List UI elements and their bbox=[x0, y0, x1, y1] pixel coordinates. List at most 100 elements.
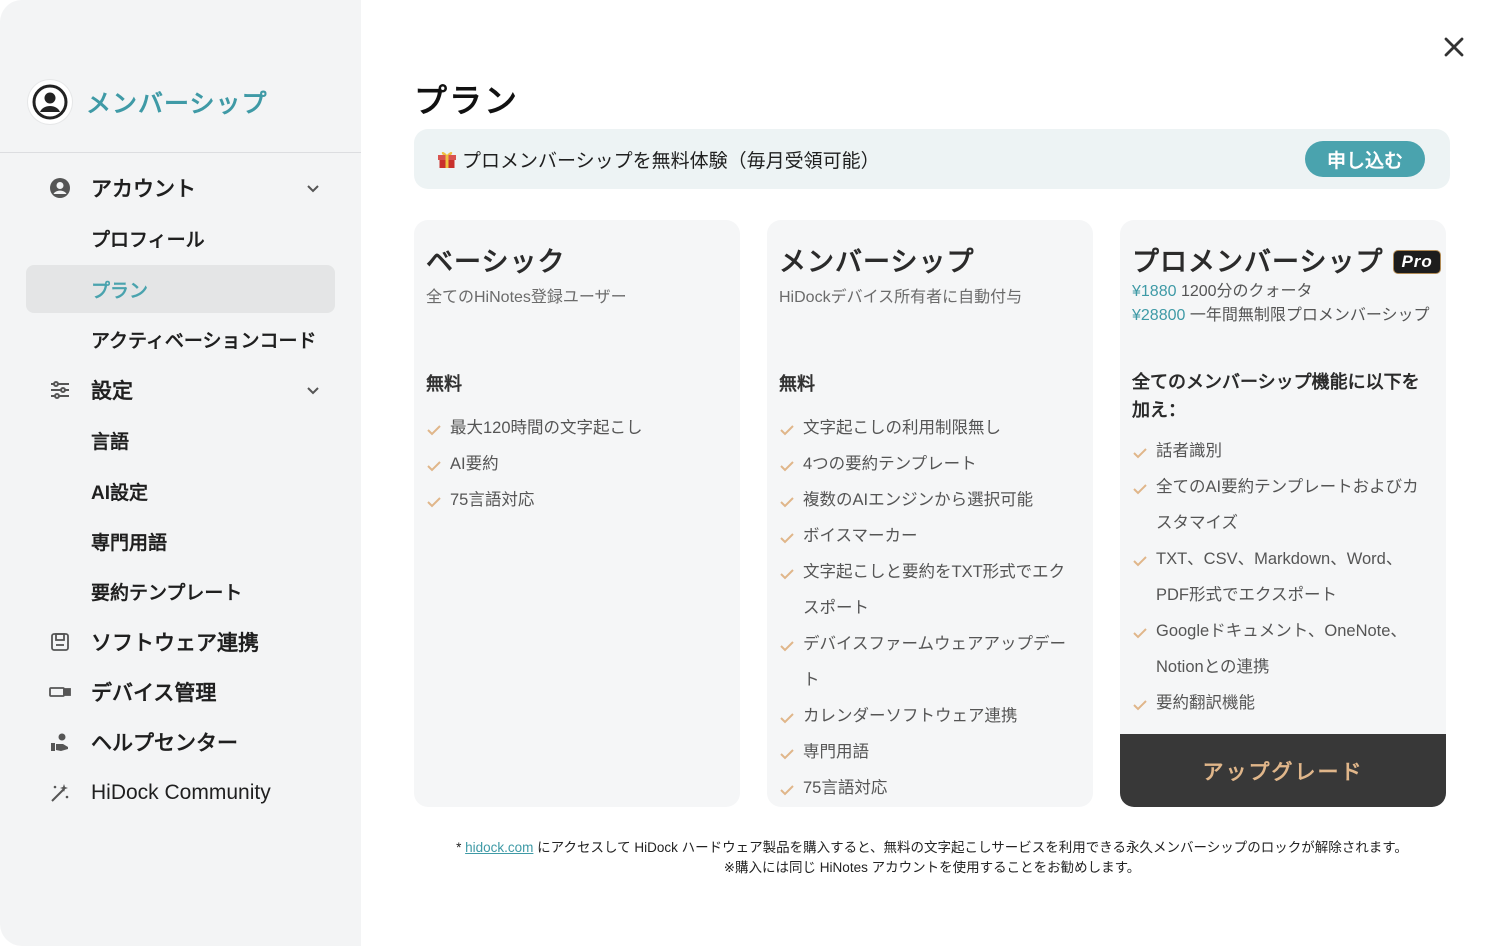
check-icon bbox=[427, 425, 441, 436]
feature-item: 最大120時間の文字起こし bbox=[426, 410, 726, 446]
price-amount: ¥1880 bbox=[1132, 283, 1177, 300]
check-icon bbox=[780, 785, 794, 796]
feature-item: 4つの要約テンプレート bbox=[779, 446, 1079, 482]
pro-badge: Pro bbox=[1393, 250, 1441, 274]
check-icon bbox=[780, 425, 794, 436]
plan-name: メンバーシップ bbox=[779, 247, 975, 277]
check-icon bbox=[780, 569, 794, 580]
check-icon bbox=[780, 749, 794, 760]
feature-item: 要約翻訳機能 bbox=[1132, 685, 1432, 721]
chevron-down-icon[interactable] bbox=[303, 380, 323, 400]
check-icon bbox=[780, 461, 794, 472]
plan-name: プロメンバーシップ Pro bbox=[1132, 240, 1441, 279]
magic-wand-icon bbox=[48, 781, 72, 805]
nav-activation-code-label: アクティベーションコード bbox=[91, 330, 317, 352]
sidebar-divider bbox=[0, 152, 361, 153]
feature-item: 文字起こしの利用制限無し bbox=[779, 410, 1079, 446]
nav-activation-code[interactable]: アクティベーションコード bbox=[26, 315, 335, 363]
feature-text: 75言語対応 bbox=[450, 491, 535, 509]
check-icon bbox=[780, 497, 794, 508]
nav-settings-label: 設定 bbox=[91, 380, 133, 403]
feature-item: 話者識別 bbox=[1132, 433, 1432, 469]
feature-text: Googleドキュメント、OneNote、Notionとの連携 bbox=[1156, 622, 1407, 676]
feature-text: 要約翻訳機能 bbox=[1156, 694, 1255, 712]
feature-text: 話者識別 bbox=[1156, 442, 1222, 460]
feature-text: ボイスマーカー bbox=[803, 527, 918, 545]
integration-icon bbox=[48, 630, 72, 654]
nav-summary-templates-label: 要約テンプレート bbox=[91, 582, 243, 604]
nav-device-management-label: デバイス管理 bbox=[91, 682, 217, 705]
footnote-prefix: * bbox=[456, 840, 466, 855]
sidebar: メンバーシップ アカウント プロフィール プラン アクティベーションコード 設定… bbox=[0, 0, 361, 946]
feature-text: 複数のAIエンジンから選択可能 bbox=[803, 491, 1034, 509]
hidock-link[interactable]: hidock.com bbox=[465, 840, 533, 855]
nav-account[interactable]: アカウント bbox=[26, 164, 335, 212]
nav-ai-settings[interactable]: AI設定 bbox=[26, 467, 335, 515]
nav-terminology[interactable]: 専門用語 bbox=[26, 517, 335, 565]
nav-community[interactable]: HiDock Community bbox=[26, 769, 335, 817]
nav-ai-settings-label: AI設定 bbox=[91, 482, 149, 504]
feature-item: 文字起こしと要約をTXT形式でエクスポート bbox=[779, 554, 1079, 626]
feature-item: カレンダーソフトウェア連携 bbox=[779, 698, 1079, 734]
banner-text: プロメンバーシップを無料体験（毎月受領可能） bbox=[462, 151, 880, 172]
feature-item: TXT、CSV、Markdown、Word、PDF形式でエクスポート bbox=[1132, 541, 1432, 613]
check-icon bbox=[427, 497, 441, 508]
help-hand-icon bbox=[48, 730, 72, 754]
price-option-yearly: ¥28800 一年間無制限プロメンバーシップ bbox=[1132, 304, 1437, 328]
check-icon bbox=[427, 461, 441, 472]
nav-software-integration[interactable]: ソフトウェア連携 bbox=[26, 618, 335, 666]
feature-item: 複数のAIエンジンから選択可能 bbox=[779, 482, 1079, 518]
nav-settings[interactable]: 設定 bbox=[26, 366, 335, 414]
feature-item: 専門用語 bbox=[779, 734, 1079, 770]
price-option-monthly: ¥1880 1200分のクォータ bbox=[1132, 280, 1437, 304]
nav-profile[interactable]: プロフィール bbox=[26, 214, 335, 262]
feature-list: 最大120時間の文字起こし AI要約 75言語対応 bbox=[426, 410, 726, 518]
feature-item: デバイスファームウェアアップデート bbox=[779, 626, 1079, 698]
feature-list: 文字起こしの利用制限無し 4つの要約テンプレート 複数のAIエンジンから選択可能… bbox=[779, 410, 1079, 806]
plan-card-membership: メンバーシップ HiDockデバイス所有者に自動付与 無料 文字起こしの利用制限… bbox=[767, 220, 1093, 807]
feature-item: Googleドキュメント、OneNote、Notionとの連携 bbox=[1132, 613, 1432, 685]
nav-device-management[interactable]: デバイス管理 bbox=[26, 668, 335, 716]
nav-help-center[interactable]: ヘルプセンター bbox=[26, 718, 335, 766]
nav-plan[interactable]: プラン bbox=[26, 265, 335, 313]
sidebar-title: メンバーシップ bbox=[86, 90, 268, 118]
plan-name-text: プロメンバーシップ bbox=[1132, 247, 1384, 277]
nav-profile-label: プロフィール bbox=[91, 229, 205, 251]
feature-text: TXT、CSV、Markdown、Word、PDF形式でエクスポート bbox=[1156, 550, 1403, 604]
plan-lead: 全てのメンバーシップ機能に以下を加え： bbox=[1132, 372, 1420, 420]
check-icon bbox=[780, 533, 794, 544]
feature-item: AI要約 bbox=[426, 446, 726, 482]
nav-help-center-label: ヘルプセンター bbox=[91, 732, 238, 755]
feature-text: 専門用語 bbox=[803, 743, 869, 761]
close-icon[interactable] bbox=[1440, 33, 1468, 61]
feature-text: 全てのAI要約テンプレートおよびカスタマイズ bbox=[1156, 478, 1419, 532]
feature-list: 話者識別 全てのAI要約テンプレートおよびカスタマイズ TXT、CSV、Mark… bbox=[1132, 433, 1432, 721]
footnote-line-1: * hidock.com にアクセスして HiDock ハードウェア製品を購入す… bbox=[414, 838, 1450, 858]
feature-text: 文字起こしと要約をTXT形式でエクスポート bbox=[803, 563, 1066, 617]
nav-terminology-label: 専門用語 bbox=[91, 532, 168, 554]
device-icon bbox=[48, 680, 72, 704]
plan-price: 無料 bbox=[426, 374, 462, 394]
price-amount: ¥28800 bbox=[1132, 307, 1186, 324]
check-icon bbox=[1133, 448, 1147, 459]
page-title: プラン bbox=[414, 82, 519, 119]
feature-text: 文字起こしの利用制限無し bbox=[803, 419, 1001, 437]
feature-item: ボイスマーカー bbox=[779, 518, 1079, 554]
nav-language[interactable]: 言語 bbox=[26, 416, 335, 464]
nav-software-integration-label: ソフトウェア連携 bbox=[91, 632, 259, 655]
footnote: * hidock.com にアクセスして HiDock ハードウェア製品を購入す… bbox=[414, 838, 1450, 878]
nav-summary-templates[interactable]: 要約テンプレート bbox=[26, 567, 335, 615]
feature-item: 75言語対応 bbox=[779, 770, 1079, 806]
apply-button[interactable]: 申し込む bbox=[1305, 141, 1425, 177]
upgrade-button[interactable]: アップグレード bbox=[1120, 734, 1446, 807]
feature-text: カレンダーソフトウェア連携 bbox=[803, 707, 1018, 725]
chevron-down-icon[interactable] bbox=[303, 178, 323, 198]
check-icon bbox=[1133, 556, 1147, 567]
user-avatar-icon[interactable] bbox=[28, 80, 72, 124]
plan-subtitle: HiDockデバイス所有者に自動付与 bbox=[779, 289, 1023, 306]
trial-banner: プロメンバーシップを無料体験（毎月受領可能） 申し込む bbox=[414, 129, 1450, 189]
sidebar-header: メンバーシップ bbox=[28, 80, 268, 124]
plan-prices: ¥1880 1200分のクォータ ¥28800 一年間無制限プロメンバーシップ bbox=[1132, 280, 1437, 328]
feature-item: 全てのAI要約テンプレートおよびカスタマイズ bbox=[1132, 469, 1432, 541]
plan-subtitle: 全てのHiNotes登録ユーザー bbox=[426, 289, 627, 306]
